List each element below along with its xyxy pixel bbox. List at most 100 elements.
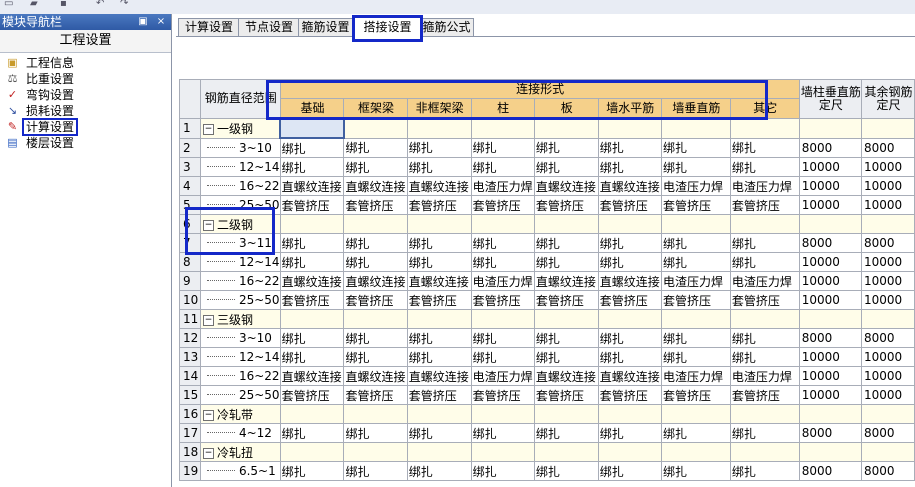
connection-cell[interactable]: 绑扎 xyxy=(343,233,408,253)
wall-column-length-cell[interactable]: 8000 xyxy=(798,137,863,158)
connection-cell[interactable] xyxy=(470,214,535,234)
connection-cell[interactable]: 绑扎 xyxy=(597,137,662,158)
wall-column-length-cell[interactable] xyxy=(798,214,863,234)
wall-column-length-cell[interactable]: 10000 xyxy=(798,290,863,310)
grade-group-cell[interactable]: − 三级钢 xyxy=(199,309,281,329)
diameter-range-cell[interactable]: 3~11. xyxy=(199,233,281,253)
connection-cell[interactable]: 绑扎 xyxy=(729,461,800,481)
other-length-cell[interactable]: 8000 xyxy=(861,328,915,348)
connection-cell[interactable]: 绑扎 xyxy=(660,233,731,253)
grade-group-cell[interactable]: − 一级钢 xyxy=(199,117,281,139)
connection-cell[interactable]: 直螺纹连接 xyxy=(533,366,599,386)
nav-item-2[interactable]: ⚖ 比重设置 xyxy=(0,71,171,87)
connection-cell[interactable]: 套管挤压 xyxy=(279,195,345,215)
wall-column-length-cell[interactable]: 10000 xyxy=(798,347,863,367)
diameter-range-cell[interactable]: 16~22 xyxy=(199,176,281,196)
connection-cell[interactable]: 绑扎 xyxy=(279,347,345,367)
row-number[interactable]: 19 xyxy=(179,461,201,481)
connection-cell[interactable]: 绑扎 xyxy=(343,461,408,481)
connection-cell[interactable] xyxy=(343,309,408,329)
diameter-range-cell[interactable]: 12~14 xyxy=(199,157,281,177)
row-number[interactable]: 10 xyxy=(179,290,201,310)
tab-5[interactable]: 箍筋公式 xyxy=(419,18,474,36)
collapse-toggle-icon[interactable]: − xyxy=(202,123,214,135)
collapse-toggle-icon[interactable]: − xyxy=(202,219,214,231)
connection-cell[interactable] xyxy=(406,309,472,329)
connection-cell[interactable] xyxy=(533,214,599,234)
other-length-cell[interactable]: 10000 xyxy=(861,271,915,291)
nav-item-1[interactable]: ▣ 工程信息 xyxy=(0,55,171,71)
row-number[interactable]: 16 xyxy=(179,404,201,424)
connection-cell[interactable]: 绑扎 xyxy=(406,347,472,367)
connection-cell[interactable]: 套管挤压 xyxy=(470,195,535,215)
row-number[interactable]: 11 xyxy=(179,309,201,329)
connection-cell[interactable] xyxy=(470,309,535,329)
other-length-cell[interactable]: 10000 xyxy=(861,252,915,272)
connection-cell[interactable]: 套管挤压 xyxy=(533,290,599,310)
connection-cell[interactable]: 绑扎 xyxy=(406,461,472,481)
connection-cell[interactable]: 绑扎 xyxy=(533,461,599,481)
wall-column-length-cell[interactable]: 10000 xyxy=(798,385,863,405)
connection-cell[interactable]: 电渣压力焊 xyxy=(660,271,731,291)
pin-icon[interactable]: ▣ xyxy=(136,15,150,28)
connection-cell[interactable]: 绑扎 xyxy=(597,233,662,253)
connection-cell[interactable] xyxy=(343,442,408,462)
connection-cell[interactable]: 绑扎 xyxy=(597,252,662,272)
connection-cell[interactable] xyxy=(729,214,800,234)
connection-cell[interactable] xyxy=(343,117,408,139)
connection-cell[interactable]: 套管挤压 xyxy=(470,290,535,310)
connection-cell[interactable]: 绑扎 xyxy=(279,252,345,272)
other-length-cell[interactable] xyxy=(861,404,915,424)
nav-item-4[interactable]: ↘ 损耗设置 xyxy=(0,103,171,119)
connection-cell[interactable]: 绑扎 xyxy=(343,328,408,348)
connection-cell[interactable] xyxy=(470,404,535,424)
connection-cell[interactable]: 套管挤压 xyxy=(343,290,408,310)
connection-cell[interactable]: 绑扎 xyxy=(660,347,731,367)
connection-cell[interactable]: 绑扎 xyxy=(406,328,472,348)
connection-cell[interactable]: 套管挤压 xyxy=(660,290,731,310)
connection-cell[interactable]: 绑扎 xyxy=(343,347,408,367)
row-number[interactable]: 13 xyxy=(179,347,201,367)
connection-cell[interactable]: 绑扎 xyxy=(343,137,408,158)
connection-cell[interactable]: 绑扎 xyxy=(533,347,599,367)
connection-cell[interactable]: 直螺纹连接 xyxy=(343,366,408,386)
connection-cell[interactable] xyxy=(406,404,472,424)
connection-cell[interactable]: 套管挤压 xyxy=(470,385,535,405)
connection-cell[interactable]: 直螺纹连接 xyxy=(406,366,472,386)
other-length-cell[interactable] xyxy=(861,309,915,329)
connection-cell[interactable]: 绑扎 xyxy=(470,252,535,272)
diameter-range-cell[interactable]: 4~12 xyxy=(199,423,281,443)
connection-cell[interactable]: 绑扎 xyxy=(343,252,408,272)
connection-cell[interactable] xyxy=(279,214,345,234)
connection-cell[interactable] xyxy=(406,214,472,234)
connection-cell[interactable] xyxy=(279,309,345,329)
connection-cell[interactable] xyxy=(279,442,345,462)
connection-cell[interactable]: 绑扎 xyxy=(343,423,408,443)
other-length-cell[interactable] xyxy=(861,214,915,234)
connection-cell[interactable]: 套管挤压 xyxy=(343,385,408,405)
connection-cell[interactable] xyxy=(660,117,731,139)
connection-cell[interactable]: 套管挤压 xyxy=(343,195,408,215)
connection-cell[interactable] xyxy=(597,117,662,139)
tab-4[interactable]: 搭接设置 xyxy=(352,15,423,42)
wall-column-length-cell[interactable]: 10000 xyxy=(798,252,863,272)
connection-cell[interactable]: 绑扎 xyxy=(470,157,535,177)
other-length-cell[interactable]: 8000 xyxy=(861,461,915,481)
tab-1[interactable]: 计算设置 xyxy=(178,18,240,36)
nav-item-6[interactable]: ▤ 楼层设置 xyxy=(0,135,171,151)
connection-cell[interactable]: 绑扎 xyxy=(279,461,345,481)
row-number[interactable]: 9 xyxy=(179,271,201,291)
connection-cell[interactable]: 直螺纹连接 xyxy=(279,176,345,196)
connection-cell[interactable]: 绑扎 xyxy=(406,252,472,272)
open-folder-icon[interactable]: ▰ xyxy=(30,0,42,9)
connection-cell[interactable]: 套管挤压 xyxy=(729,385,800,405)
connection-cell[interactable]: 绑扎 xyxy=(279,157,345,177)
connection-cell[interactable]: 套管挤压 xyxy=(597,385,662,405)
connection-cell[interactable]: 套管挤压 xyxy=(729,195,800,215)
connection-cell[interactable]: 绑扎 xyxy=(406,233,472,253)
connection-cell[interactable]: 套管挤压 xyxy=(279,385,345,405)
diameter-range-cell[interactable]: 16~22 xyxy=(199,366,281,386)
connection-cell[interactable]: 绑扎 xyxy=(470,137,535,158)
diameter-range-cell[interactable]: 3~10 xyxy=(199,137,281,158)
connection-cell[interactable]: 套管挤压 xyxy=(406,385,472,405)
